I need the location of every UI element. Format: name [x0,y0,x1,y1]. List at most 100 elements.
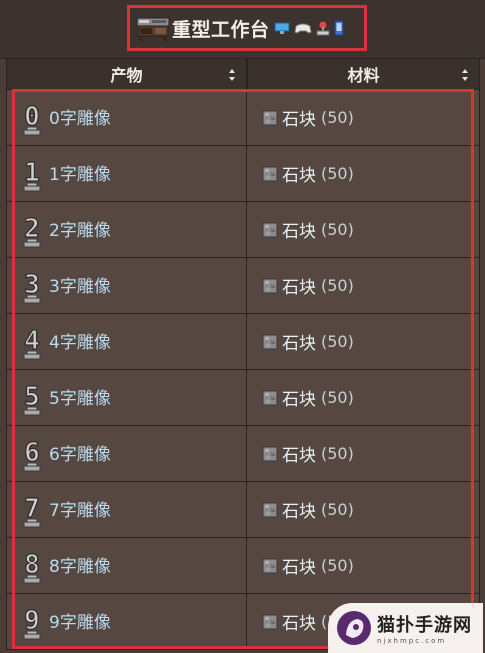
product-cell: 4 4字雕像 [6,314,247,370]
material-cell: 石块 (50) [247,258,480,314]
table-row: 4 4字雕像 石块 (50) [6,314,480,370]
table-header: 产物 材料 [6,58,480,90]
table-row: 7 7字雕像 石块 (50) [6,482,480,538]
material-count: (50) [321,556,354,575]
product-link[interactable]: 3字雕像 [49,272,111,297]
svg-text:9: 9 [24,606,40,636]
svg-text:5: 5 [24,382,40,412]
table-row: 0 0字雕像 石块 (50) [6,90,480,146]
table-row: 2 2字雕像 石块 (50) [6,202,480,258]
table-row: 1 1字雕像 石块 (50) [6,146,480,202]
material-count: (50) [321,332,354,351]
stone-block-icon [262,614,278,629]
stone-block-icon [262,334,278,349]
material-link[interactable]: 石块 [282,105,316,130]
product-cell: 1 1字雕像 [6,146,247,202]
title-highlight: 重型工作台 [127,5,367,51]
number-statue-icon: 6 [23,437,41,472]
number-statue-icon: 9 [23,605,41,640]
number-statue-icon: 4 [23,325,41,360]
product-link[interactable]: 6字雕像 [49,440,111,465]
material-link[interactable]: 石块 [282,161,316,186]
material-link[interactable]: 石块 [282,217,316,242]
stone-block-icon [262,558,278,573]
column-header-material[interactable]: 材料 [247,58,480,90]
material-cell: 石块 (50) [247,202,480,258]
cat-logo-icon [337,611,371,645]
svg-text:7: 7 [24,494,40,524]
svg-text:8: 8 [24,550,40,580]
product-cell: 8 8字雕像 [6,538,247,594]
table-row: 6 6字雕像 石块 (50) [6,426,480,482]
product-cell: 6 6字雕像 [6,426,247,482]
number-statue-icon: 0 [23,101,41,136]
column-header-label: 材料 [347,66,380,85]
table-row: 5 5字雕像 石块 (50) [6,370,480,426]
gamepad-icon [293,23,312,34]
number-statue-icon: 5 [23,381,41,416]
material-count: (50) [321,388,354,407]
material-link[interactable]: 石块 [282,385,316,410]
recipe-panel: 重型工作台 产物 材料 0 0字雕像 石块 (50) 1 1字雕像 石块 (50… [0,0,485,653]
number-statue-icon: 8 [23,549,41,584]
material-count: (50) [321,108,354,127]
material-cell: 石块 (50) [247,314,480,370]
stone-block-icon [262,278,278,293]
material-link[interactable]: 石块 [282,441,316,466]
number-statue-icon: 3 [23,269,41,304]
table-row: 8 8字雕像 石块 (50) [6,538,480,594]
svg-text:1: 1 [24,158,40,188]
stone-block-icon [262,502,278,517]
material-count: (50) [321,220,354,239]
svg-text:2: 2 [24,214,40,244]
product-cell: 3 3字雕像 [6,258,247,314]
product-link[interactable]: 2字雕像 [49,216,111,241]
number-statue-icon: 7 [23,493,41,528]
sort-icon[interactable] [228,68,236,82]
product-cell: 0 0字雕像 [6,90,247,146]
heavy-workbench-icon [136,17,170,41]
column-header-label: 产物 [110,66,143,85]
svg-text:6: 6 [24,438,40,468]
material-link[interactable]: 石块 [282,553,316,578]
material-cell: 石块 (50) [247,370,480,426]
product-link[interactable]: 4字雕像 [49,328,111,353]
page-title: 重型工作台 [172,18,270,41]
material-count: (50) [321,500,354,519]
material-count: (50) [321,276,354,295]
product-cell: 7 7字雕像 [6,482,247,538]
stone-block-icon [262,110,278,125]
svg-text:0: 0 [24,102,40,132]
material-cell: 石块 (50) [247,538,480,594]
number-statue-icon: 1 [23,157,41,192]
product-cell: 9 9字雕像 [6,594,247,650]
pc-icon [274,22,290,34]
watermark-url: njxhmpc.com [377,637,447,645]
stone-block-icon [262,166,278,181]
product-link[interactable]: 7字雕像 [49,496,111,521]
material-cell: 石块 (50) [247,90,480,146]
product-link[interactable]: 0字雕像 [49,104,111,129]
material-cell: 石块 (50) [247,482,480,538]
watermark-title: 猫扑手游网 [377,615,472,636]
sort-icon[interactable] [461,68,469,82]
product-link[interactable]: 5字雕像 [49,384,111,409]
joystick-icon [316,21,330,36]
product-cell: 2 2字雕像 [6,202,247,258]
material-link[interactable]: 石块 [282,497,316,522]
material-link[interactable]: 石块 [282,609,316,634]
product-link[interactable]: 8字雕像 [49,552,111,577]
stone-block-icon [262,390,278,405]
material-cell: 石块 (50) [247,146,480,202]
product-link[interactable]: 9字雕像 [49,608,111,633]
product-cell: 5 5字雕像 [6,370,247,426]
material-link[interactable]: 石块 [282,273,316,298]
material-link[interactable]: 石块 [282,329,316,354]
recipe-table-body: 0 0字雕像 石块 (50) 1 1字雕像 石块 (50) 2 2字雕像 石块 … [6,90,480,650]
material-count: (50) [321,164,354,183]
stone-block-icon [262,446,278,461]
product-link[interactable]: 1字雕像 [49,160,111,185]
mobile-icon [334,20,344,36]
column-header-product[interactable]: 产物 [6,58,247,90]
stone-block-icon [262,222,278,237]
